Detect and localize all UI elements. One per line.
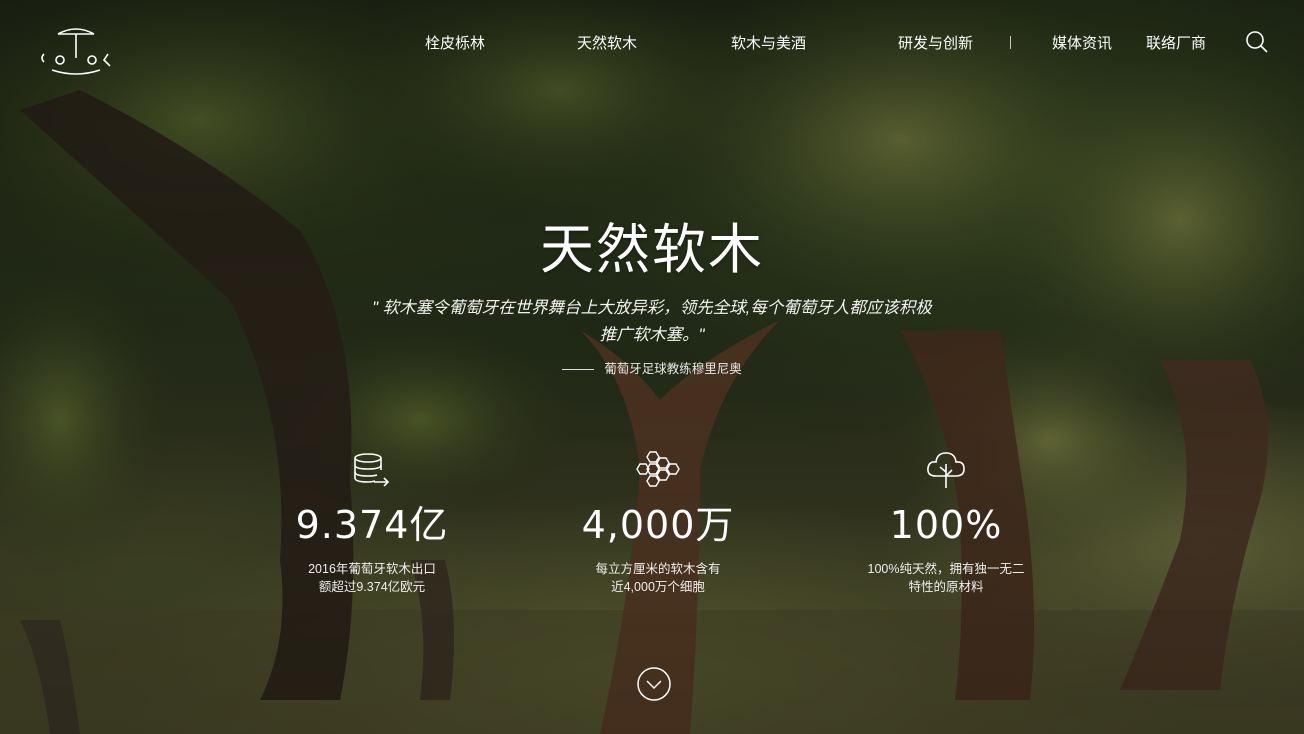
- nav-item-contact-vendors[interactable]: 联络厂商: [1146, 32, 1206, 53]
- nav-item-media-news[interactable]: 媒体资讯: [1052, 32, 1112, 53]
- stat-desc-line: 每立方厘米的软木含有: [595, 562, 721, 576]
- scroll-down-button[interactable]: [636, 666, 672, 702]
- hero-quote: " 软木塞令葡萄牙在世界舞台上大放异彩，领先全球,每个葡萄牙人都应该积极 推广软…: [352, 295, 952, 349]
- database-export-icon: [354, 453, 390, 487]
- stat-value: 4,000万: [581, 503, 735, 547]
- stat-value: 9.374亿: [295, 503, 449, 547]
- nav-item-cork-and-wine[interactable]: 软木与美酒: [731, 32, 806, 53]
- nav-item-natural-cork[interactable]: 天然软木: [577, 32, 637, 53]
- stat-export: 9.374亿 2016年葡萄牙软木出口 额超过9.374亿欧元: [252, 450, 492, 596]
- nav-item-rnd-innovation[interactable]: 研发与创新: [898, 32, 973, 53]
- stat-desc-line: 特性的原材料: [908, 580, 984, 594]
- main-nav: 栓皮栎林 天然软木 软木与美酒 研发与创新 媒体资讯 联络厂商: [0, 32, 1304, 54]
- stat-desc-line: 近4,000万个细胞: [611, 580, 705, 594]
- tree-icon: [927, 452, 965, 488]
- quote-line-2: 推广软木塞。": [599, 326, 705, 344]
- quote-line-1: " 软木塞令葡萄牙在世界舞台上大放异彩，领先全球,每个葡萄牙人都应该积极: [372, 299, 932, 317]
- stat-desc-line: 额超过9.374亿欧元: [318, 580, 426, 594]
- page-title: 天然软木: [540, 220, 764, 280]
- chevron-down-icon: [637, 667, 671, 701]
- stat-desc-line: 2016年葡萄牙软木出口: [308, 562, 436, 576]
- nav-item-cork-oak-forest[interactable]: 栓皮栎林: [425, 32, 485, 53]
- quote-author: 葡萄牙足球教练穆里尼奥: [0, 358, 1304, 377]
- stat-desc: 每立方厘米的软木含有 近4,000万个细胞: [538, 560, 778, 596]
- stat-cells: 4,000万 每立方厘米的软木含有 近4,000万个细胞: [538, 450, 778, 596]
- stat-natural: 100% 100%纯天然，拥有独一无二 特性的原材料: [826, 450, 1066, 596]
- search-icon[interactable]: [1245, 30, 1269, 54]
- stat-desc: 100%纯天然，拥有独一无二 特性的原材料: [826, 560, 1066, 596]
- stat-desc-line: 100%纯天然，拥有独一无二: [867, 562, 1025, 576]
- nav-divider: [1010, 36, 1011, 49]
- honeycomb-cells-icon: [636, 451, 680, 487]
- author-dash: [562, 369, 595, 370]
- stat-value: 100%: [889, 503, 1003, 547]
- quote-author-name: 葡萄牙足球教练穆里尼奥: [604, 361, 742, 376]
- stat-desc: 2016年葡萄牙软木出口 额超过9.374亿欧元: [252, 560, 492, 596]
